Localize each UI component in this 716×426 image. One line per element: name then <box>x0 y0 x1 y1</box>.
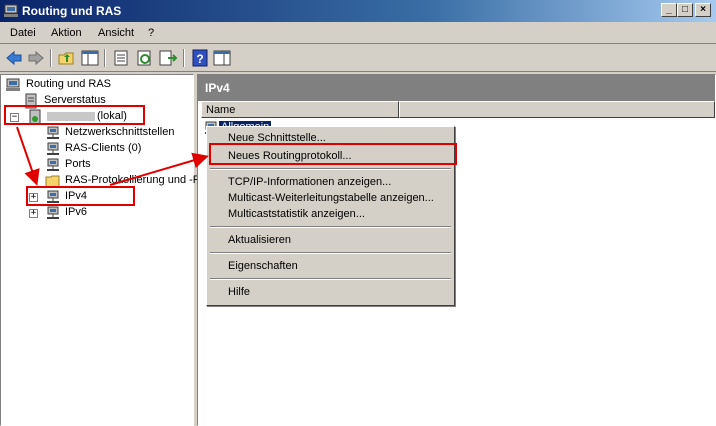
tree-label: Ports <box>65 158 91 170</box>
export-icon[interactable] <box>158 49 178 67</box>
back-arrow-icon[interactable] <box>4 49 24 67</box>
title-bar: Routing und RAS _ □ × <box>0 0 716 22</box>
toolbar-separator <box>104 49 106 67</box>
menu-separator <box>210 252 451 254</box>
menu-item-aktualisieren[interactable]: Aktualisieren <box>210 232 451 248</box>
column-header-empty <box>399 101 715 118</box>
properties-icon[interactable] <box>111 49 131 67</box>
menu-item-hilfe[interactable]: Hilfe <box>210 284 451 300</box>
console-tree[interactable]: Routing und RAS Serverstatus − (lokal) N… <box>0 74 201 426</box>
tree-label: RAS-Clients (0) <box>65 142 142 154</box>
menu-ansicht[interactable]: Ansicht <box>98 27 134 39</box>
menu-aktion[interactable]: Aktion <box>51 27 82 39</box>
close-button[interactable]: × <box>695 3 711 17</box>
toolbar-separator <box>50 49 52 67</box>
expand-toggle[interactable]: + <box>29 209 38 218</box>
network-interface-icon <box>47 126 59 139</box>
up-folder-icon[interactable] <box>57 49 77 67</box>
ras-clients-icon <box>47 142 59 155</box>
routing-app-icon <box>4 4 18 17</box>
show-pane-icon[interactable] <box>212 49 232 67</box>
tree-label: Routing und RAS <box>26 78 111 90</box>
column-header-label: Name <box>206 104 236 116</box>
menu-datei[interactable]: Datei <box>10 27 36 39</box>
menu-item-label: Aktualisieren <box>228 234 291 246</box>
ports-icon <box>47 158 59 171</box>
toolbar: ? <box>0 45 716 72</box>
minimize-button[interactable]: _ <box>661 3 677 17</box>
menu-item-tcpip-informationen[interactable]: TCP/IP-Informationen anzeigen... <box>210 174 451 190</box>
computer-icon <box>6 78 20 91</box>
maximize-button[interactable]: □ <box>677 3 693 17</box>
menu-item-eigenschaften[interactable]: Eigenschaften <box>210 258 451 274</box>
console-tree-icon[interactable] <box>80 49 100 67</box>
menu-bar: Datei Aktion Ansicht ? <box>0 22 716 44</box>
menu-help[interactable]: ? <box>148 27 154 39</box>
menu-item-label: TCP/IP-Informationen anzeigen... <box>228 176 392 188</box>
pane-header: IPv4 <box>198 75 715 101</box>
refresh-icon[interactable] <box>135 49 155 67</box>
help-icon[interactable]: ? <box>190 49 210 67</box>
window-title: Routing und RAS <box>22 4 122 18</box>
menu-item-label: Eigenschaften <box>228 260 298 272</box>
pane-title: IPv4 <box>205 81 230 95</box>
menu-item-multicaststatistik[interactable]: Multicaststatistik anzeigen... <box>210 206 451 222</box>
tree-label: Netzwerkschnittstellen <box>65 126 175 138</box>
annotation-box-ipv4 <box>26 186 135 206</box>
column-header-name[interactable]: Name <box>201 101 399 118</box>
menu-separator <box>210 226 451 228</box>
menu-separator <box>210 278 451 280</box>
toolbar-separator <box>183 49 185 67</box>
menu-item-label: Multicaststatistik anzeigen... <box>228 208 365 220</box>
menu-item-label: Multicast-Weiterleitungstabelle anzeigen… <box>228 192 434 204</box>
ipv6-icon <box>47 206 59 219</box>
tree-label: IPv6 <box>65 206 88 218</box>
forward-arrow-icon[interactable] <box>26 49 46 67</box>
svg-text:?: ? <box>196 52 203 66</box>
annotation-box-server <box>4 105 145 125</box>
annotation-box-routingprotokoll <box>209 143 457 165</box>
tree-label: RAS-Protokollierung und -R <box>65 174 201 186</box>
menu-item-multicast-weiterleitungstabelle[interactable]: Multicast-Weiterleitungstabelle anzeigen… <box>210 190 451 206</box>
menu-separator <box>210 168 451 170</box>
menu-item-label: Hilfe <box>228 286 251 298</box>
